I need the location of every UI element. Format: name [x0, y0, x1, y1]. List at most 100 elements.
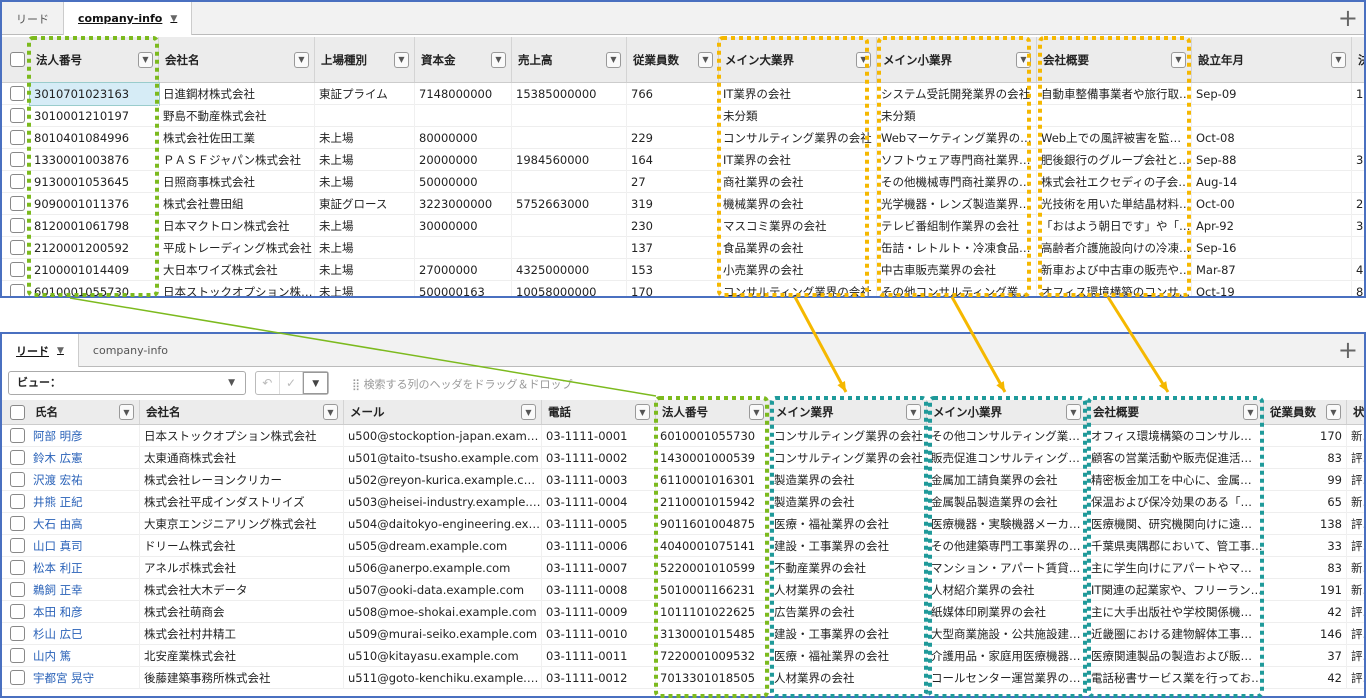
table-row[interactable]: 山口 真司 ドリーム株式会社 u505@dream.example.com 03-11…: [2, 535, 1364, 557]
table-cell[interactable]: 宇都宮 晃守: [29, 667, 140, 689]
chevron-down-icon[interactable]: ▼: [303, 372, 329, 394]
filter-dropdown-icon[interactable]: ▼: [906, 404, 921, 420]
filter-dropdown-icon[interactable]: ▼: [606, 51, 621, 68]
table-cell[interactable]: 杉山 広巳: [29, 623, 140, 645]
table-row[interactable]: 8010401084996 株式会社佐田工業 未上場 80000000 229 コンサルテ…: [2, 127, 1364, 149]
table-row[interactable]: 6010001055730 日本ストックオプション株式… 未上場 500000163 1…: [2, 281, 1364, 296]
row-checkbox[interactable]: [10, 560, 25, 575]
filter-dropdown-icon[interactable]: ▼: [323, 404, 338, 420]
undo-icon[interactable]: ↶: [256, 372, 280, 394]
table-row[interactable]: 杉山 広巳 株式会社村井精工 u509@murai-seiko.example.co…: [2, 623, 1364, 645]
column-header[interactable]: 会社概要 ▼: [1087, 400, 1264, 424]
filter-dropdown-icon[interactable]: ▼: [138, 51, 153, 68]
table-row[interactable]: 3010001210197 野島不動産株式会社 未分類 未分類: [2, 105, 1364, 127]
select-all-checkbox[interactable]: [10, 52, 25, 67]
group-drop-area[interactable]: ⣿ 検索する列のヘッダをドラッグ＆ドロップ: [352, 376, 573, 392]
table-cell[interactable]: 井熊 正紀: [29, 491, 140, 513]
row-checkbox[interactable]: [10, 648, 25, 663]
table-cell[interactable]: 沢渡 宏祐: [29, 469, 140, 491]
table-row[interactable]: 鵜飼 正幸 株式会社大木データ u507@ooki-data.example.com…: [2, 579, 1364, 601]
row-checkbox[interactable]: [10, 516, 25, 531]
add-tab-icon[interactable]: +: [1338, 336, 1358, 364]
row-checkbox[interactable]: [10, 108, 25, 123]
column-header[interactable]: 会社名 ▼: [159, 37, 315, 82]
column-header[interactable]: 上場種別 ▼: [315, 37, 415, 82]
column-header[interactable]: 設立年月 ▼: [1192, 37, 1352, 82]
row-checkbox[interactable]: [10, 494, 25, 509]
row-checkbox[interactable]: [10, 582, 25, 597]
table-row[interactable]: 本田 和彦 株式会社萌商会 u508@moe-shokai.example.com 0…: [2, 601, 1364, 623]
table-row[interactable]: 大石 由高 大東京エンジニアリング株式会社 u504@daitokyo-engine…: [2, 513, 1364, 535]
row-checkbox[interactable]: [10, 284, 25, 296]
select-all-checkbox[interactable]: [10, 404, 25, 420]
column-header[interactable]: 状: [1347, 400, 1364, 424]
column-header[interactable]: 会社概要 ▼: [1037, 37, 1192, 82]
table-cell[interactable]: 鈴木 広憲: [29, 447, 140, 469]
check-icon[interactable]: ✓: [280, 372, 304, 394]
table-cell[interactable]: 松本 利正: [29, 557, 140, 579]
filter-dropdown-icon[interactable]: ▼: [1066, 404, 1081, 420]
column-header[interactable]: 法人番号 ▼: [30, 37, 159, 82]
column-header[interactable]: 法人番号 ▼: [656, 400, 770, 424]
table-row[interactable]: 3010701023163 日進鋼材株式会社 東証プライム 7148000000 153…: [2, 82, 1364, 106]
column-header[interactable]: 電話 ▼: [542, 400, 656, 424]
table-row[interactable]: 8120001061798 日本マクトロン株式会社 未上場 30000000 230 マス…: [2, 215, 1364, 237]
table-cell[interactable]: 阿部 明彦: [29, 425, 140, 447]
filter-dropdown-icon[interactable]: ▼: [294, 51, 309, 68]
row-checkbox[interactable]: [10, 626, 25, 641]
table-row[interactable]: 宇都宮 晃守 後藤建築事務所株式会社 u511@goto-kenchiku.exam…: [2, 667, 1364, 689]
table-row[interactable]: 9090001011376 株式会社豊田組 東証グロース 3223000000 5752…: [2, 193, 1364, 215]
filter-dropdown-icon[interactable]: ▼: [1016, 51, 1031, 68]
table-cell[interactable]: 大石 由高: [29, 513, 140, 535]
column-header[interactable]: 会社名 ▼: [140, 400, 344, 424]
chevron-down-icon[interactable]: ▼: [170, 14, 177, 24]
column-header[interactable]: 従業員数 ▼: [1264, 400, 1347, 424]
filter-dropdown-icon[interactable]: ▼: [749, 404, 764, 420]
filter-dropdown-icon[interactable]: ▼: [521, 404, 536, 420]
table-row[interactable]: 2120001200592 平成トレーディング株式会社 未上場 137 食品業界の会社缶…: [2, 237, 1364, 259]
add-tab-icon[interactable]: +: [1338, 4, 1358, 32]
filter-dropdown-icon[interactable]: ▼: [856, 51, 871, 68]
table-row[interactable]: 松本 利正 アネルポ株式会社 u506@anerpo.example.com 03-1…: [2, 557, 1364, 579]
table-cell[interactable]: 鵜飼 正幸: [29, 579, 140, 601]
row-checkbox[interactable]: [10, 218, 25, 233]
row-checkbox[interactable]: [10, 262, 25, 277]
column-header[interactable]: 売上高 ▼: [512, 37, 627, 82]
filter-dropdown-icon[interactable]: ▼: [119, 404, 134, 420]
filter-dropdown-icon[interactable]: ▼: [635, 404, 650, 420]
filter-dropdown-icon[interactable]: ▼: [394, 51, 409, 68]
tab-company-info[interactable]: company-info ▼: [64, 2, 193, 35]
row-checkbox[interactable]: [10, 472, 25, 487]
filter-dropdown-icon[interactable]: ▼: [491, 51, 506, 68]
row-checkbox[interactable]: [10, 86, 25, 101]
table-row[interactable]: 1330001003876 ＰＡＳＦジャパン株式会社 未上場 20000000 1984…: [2, 149, 1364, 171]
column-header[interactable]: 資本金 ▼: [415, 37, 512, 82]
row-checkbox[interactable]: [10, 130, 25, 145]
row-checkbox[interactable]: [10, 152, 25, 167]
row-checkbox[interactable]: [10, 428, 25, 443]
table-row[interactable]: 2100001014409 大日本ワイズ株式会社 未上場 27000000 432500…: [2, 259, 1364, 281]
table-row[interactable]: 阿部 明彦 日本ストックオプション株式会社 u500@stockoption-jap…: [2, 425, 1364, 447]
row-checkbox[interactable]: [10, 450, 25, 465]
table-row[interactable]: 山内 篤北安産業株式会社 u510@kitayasu.example.com 03-…: [2, 645, 1364, 667]
filter-dropdown-icon[interactable]: ▼: [1171, 51, 1186, 68]
table-row[interactable]: 沢渡 宏祐 株式会社レーヨンクリカー u502@reyon-kurica.examp…: [2, 469, 1364, 491]
column-header[interactable]: メイン小業界 ▼: [927, 400, 1087, 424]
filter-dropdown-icon[interactable]: ▼: [1243, 404, 1258, 420]
table-row[interactable]: 9130001053645 日照商事株式会社 未上場 50000000 27 商社業界の会…: [2, 171, 1364, 193]
table-row[interactable]: 井熊 正紀 株式会社平成インダストリイズ u503@heisei-industry.…: [2, 491, 1364, 513]
row-checkbox[interactable]: [10, 538, 25, 553]
table-cell[interactable]: 山内 篤: [29, 645, 140, 667]
filter-dropdown-icon[interactable]: ▼: [1331, 51, 1346, 68]
row-checkbox[interactable]: [10, 174, 25, 189]
column-header[interactable]: メール ▼: [344, 400, 542, 424]
column-header[interactable]: メイン大業界 ▼: [719, 37, 877, 82]
row-checkbox[interactable]: [10, 240, 25, 255]
chevron-down-icon[interactable]: ▼: [57, 346, 64, 356]
filter-dropdown-icon[interactable]: ▼: [698, 51, 713, 68]
column-header[interactable]: 決: [1352, 37, 1364, 82]
filter-dropdown-icon[interactable]: ▼: [1326, 404, 1341, 420]
column-header[interactable]: メイン業界 ▼: [770, 400, 927, 424]
column-header[interactable]: メイン小業界 ▼: [877, 37, 1037, 82]
row-checkbox[interactable]: [10, 604, 25, 619]
